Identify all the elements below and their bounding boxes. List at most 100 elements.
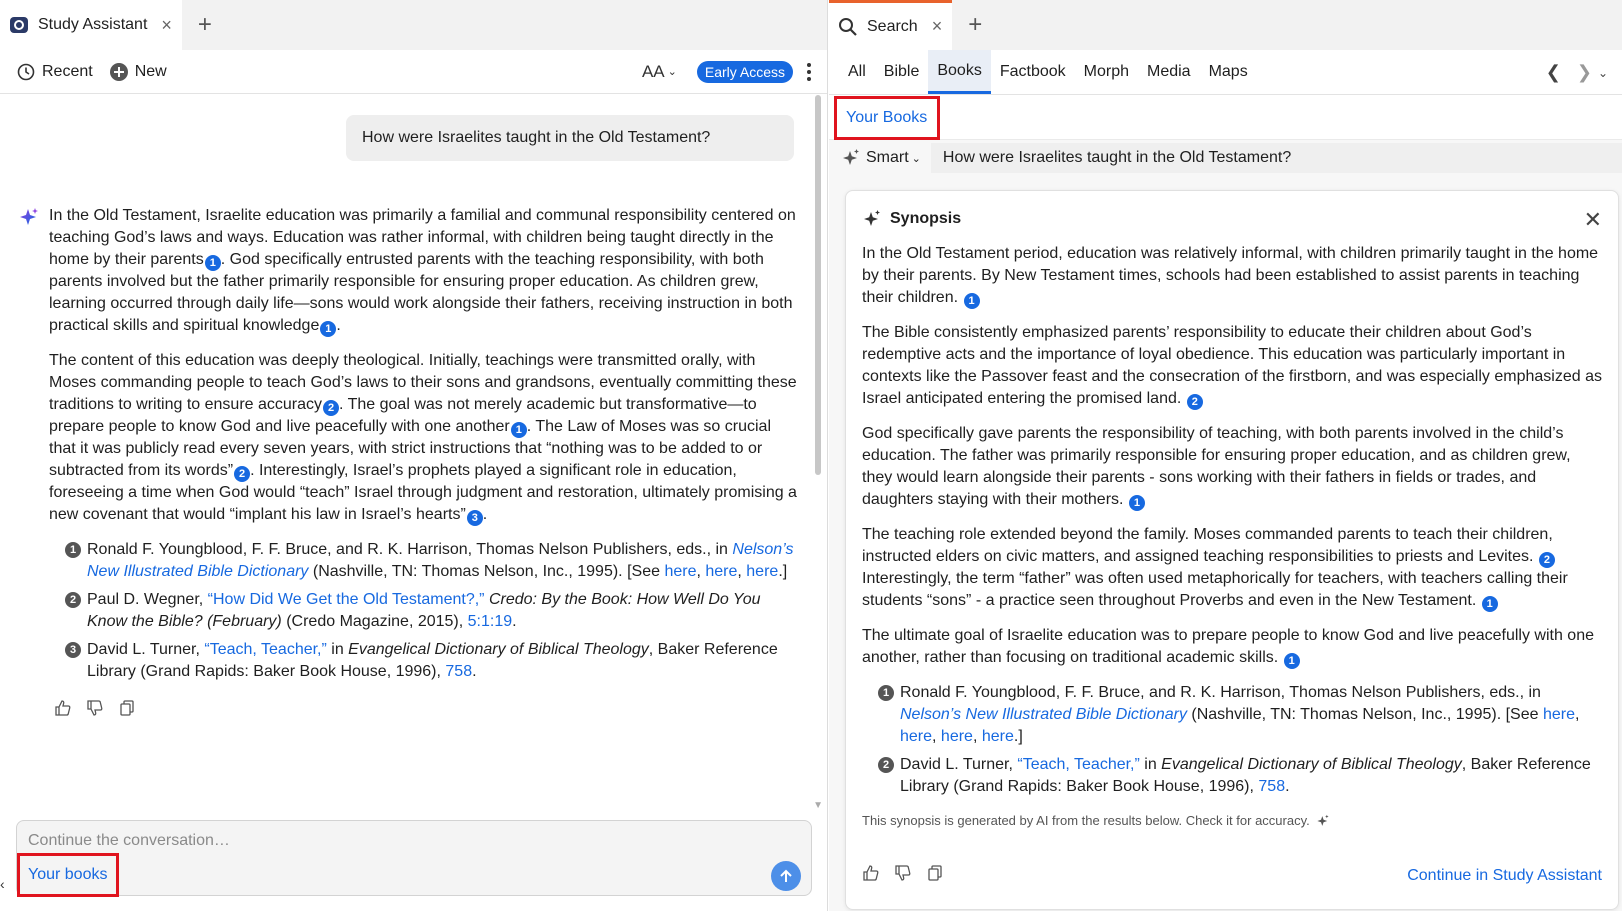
synopsis-text: The Bible consistently emphasized parent… <box>862 324 1602 407</box>
citation-marker[interactable]: 1 <box>204 255 221 271</box>
tab-books[interactable]: Books <box>928 50 991 94</box>
reference-title-link[interactable]: “Teach, Teacher,” <box>204 641 326 658</box>
assistant-message: In the Old Testament, Israelite educatio… <box>18 205 798 717</box>
add-tab-icon[interactable]: + <box>198 0 212 50</box>
smart-search-dropdown[interactable]: Smart ⌄ <box>841 148 921 168</box>
reference-page-link[interactable]: 5:1:19 <box>468 613 512 630</box>
ai-disclaimer: This synopsis is generated by AI from th… <box>862 810 1602 832</box>
reference-book-title: Evangelical Dictionary of Biblical Theol… <box>348 641 649 658</box>
reference-title-link[interactable]: “Teach, Teacher,” <box>1017 756 1139 773</box>
thumbs-down-icon[interactable] <box>86 699 104 717</box>
scroll-down-arrow-icon[interactable]: ▼ <box>813 800 823 811</box>
send-button[interactable] <box>771 861 801 891</box>
copy-icon[interactable] <box>118 699 136 717</box>
citation-marker[interactable]: 2 <box>1538 552 1555 568</box>
citation-marker[interactable]: 1 <box>1128 495 1145 511</box>
more-options-icon[interactable] <box>807 62 811 81</box>
font-size-button[interactable]: AA ⌄ <box>642 62 677 82</box>
conversation-input[interactable]: Continue the conversation… Your books <box>16 820 812 897</box>
thumbs-up-icon[interactable] <box>54 699 72 717</box>
early-access-badge[interactable]: Early Access <box>696 60 793 83</box>
continue-in-study-assistant-link[interactable]: Continue in Study Assistant <box>1407 867 1602 885</box>
synopsis-text: Interestingly, the term “father” was oft… <box>862 570 1568 609</box>
close-icon[interactable]: × <box>161 15 172 36</box>
back-arrow-icon[interactable]: ❮ <box>1546 62 1561 83</box>
tab-all[interactable]: All <box>839 50 875 94</box>
reference-item: 1 Ronald F. Youngblood, F. F. Bruce, and… <box>878 682 1602 748</box>
synopsis-paragraph: The ultimate goal of Israelite education… <box>862 625 1602 669</box>
reference-text: in <box>1139 756 1162 773</box>
here-link[interactable]: here <box>982 728 1014 745</box>
reference-page-link[interactable]: 758 <box>445 663 472 680</box>
tab-search[interactable]: Search × <box>829 0 953 50</box>
collapse-arrow-icon[interactable]: ‹ <box>0 876 5 892</box>
thumbs-down-icon[interactable] <box>894 864 912 887</box>
synopsis-paragraph: God specifically gave parents the respon… <box>862 423 1602 511</box>
copy-icon[interactable] <box>926 864 944 887</box>
chevron-down-icon: ⌄ <box>911 152 921 165</box>
scrollbar-thumb[interactable] <box>815 95 821 475</box>
new-button[interactable]: New <box>109 62 167 82</box>
tab-morph[interactable]: Morph <box>1075 50 1138 94</box>
feedback-bar <box>54 699 798 717</box>
synopsis-text: The ultimate goal of Israelite education… <box>862 627 1594 666</box>
citation-marker[interactable]: 1 <box>963 293 980 309</box>
reference-text: David L. Turner, <box>900 756 1018 773</box>
sparkle-icon <box>843 149 859 165</box>
citation-marker[interactable]: 2 <box>323 400 340 416</box>
here-link[interactable]: here <box>705 563 737 580</box>
forward-arrow-icon[interactable]: ❯ <box>1577 62 1592 83</box>
tab-bible[interactable]: Bible <box>875 50 929 94</box>
citation-marker[interactable]: 1 <box>1481 596 1498 612</box>
reference-list: 1 Ronald F. Youngblood, F. F. Bruce, and… <box>65 539 798 683</box>
here-link[interactable]: here <box>900 728 932 745</box>
sparkle-icon <box>864 210 880 226</box>
answer-text: . <box>482 506 488 523</box>
citation-marker[interactable]: 1 <box>510 422 527 438</box>
reference-title-link[interactable]: “How Did We Get the Old Testament?,” <box>208 591 485 608</box>
citation-marker[interactable]: 1 <box>320 321 337 337</box>
reference-text: in <box>326 641 349 658</box>
answer-paragraph: In the Old Testament, Israelite educatio… <box>49 205 798 337</box>
reference-book-title: Evangelical Dictionary of Biblical Theol… <box>1161 756 1462 773</box>
reference-item: 2 David L. Turner, “Teach, Teacher,” in … <box>878 754 1602 798</box>
sparkle-icon <box>1317 814 1329 826</box>
synopsis-text: The teaching role extended beyond the fa… <box>862 526 1553 565</box>
close-icon[interactable]: × <box>932 16 943 37</box>
answer-paragraph: The content of this education was deeply… <box>49 350 798 526</box>
disclaimer-text: This synopsis is generated by AI from th… <box>862 813 1310 828</box>
tab-factbook[interactable]: Factbook <box>991 50 1075 94</box>
reference-text: David L. Turner, <box>87 641 205 658</box>
separator: , <box>737 563 747 580</box>
tab-study-assistant[interactable]: Study Assistant × <box>0 0 182 50</box>
new-label: New <box>134 62 167 80</box>
thumbs-up-icon[interactable] <box>862 864 880 887</box>
here-link[interactable]: here <box>746 563 778 580</box>
reference-item: 2 Paul D. Wegner, “How Did We Get the Ol… <box>65 589 798 633</box>
your-books-button[interactable]: Your Books <box>834 96 940 140</box>
here-link[interactable]: here <box>664 563 696 580</box>
tab-maps[interactable]: Maps <box>1200 50 1257 94</box>
here-link[interactable]: here <box>941 728 973 745</box>
citation-marker[interactable]: 2 <box>1186 394 1203 410</box>
synopsis-header: Synopsis <box>862 209 1602 229</box>
study-assistant-pane: Study Assistant × + Recent New AA ⌄ Early… <box>0 0 828 911</box>
citation-marker[interactable]: 3 <box>466 510 483 526</box>
study-assistant-icon <box>8 14 30 36</box>
search-input[interactable]: How were Israelites taught in the Old Te… <box>930 143 1622 173</box>
citation-marker[interactable]: 2 <box>234 466 251 482</box>
synopsis-body: In the Old Testament period, education w… <box>862 243 1602 832</box>
add-tab-icon[interactable]: + <box>968 0 982 50</box>
citation-marker[interactable]: 1 <box>1283 653 1300 669</box>
history-icon <box>17 63 35 80</box>
here-link[interactable]: here <box>1543 706 1575 723</box>
tab-media[interactable]: Media <box>1138 50 1200 94</box>
reference-title-link[interactable]: Nelson’s New Illustrated Bible Dictionar… <box>900 706 1187 723</box>
recent-button[interactable]: Recent <box>16 62 93 82</box>
reference-text: . <box>472 663 477 680</box>
chevron-down-icon[interactable]: ⌄ <box>1598 66 1608 80</box>
reference-list: 1 Ronald F. Youngblood, F. F. Bruce, and… <box>878 682 1602 798</box>
close-icon[interactable]: ✕ <box>1584 207 1602 233</box>
reference-page-link[interactable]: 758 <box>1258 778 1285 795</box>
your-books-chip[interactable]: Your books <box>17 853 119 897</box>
